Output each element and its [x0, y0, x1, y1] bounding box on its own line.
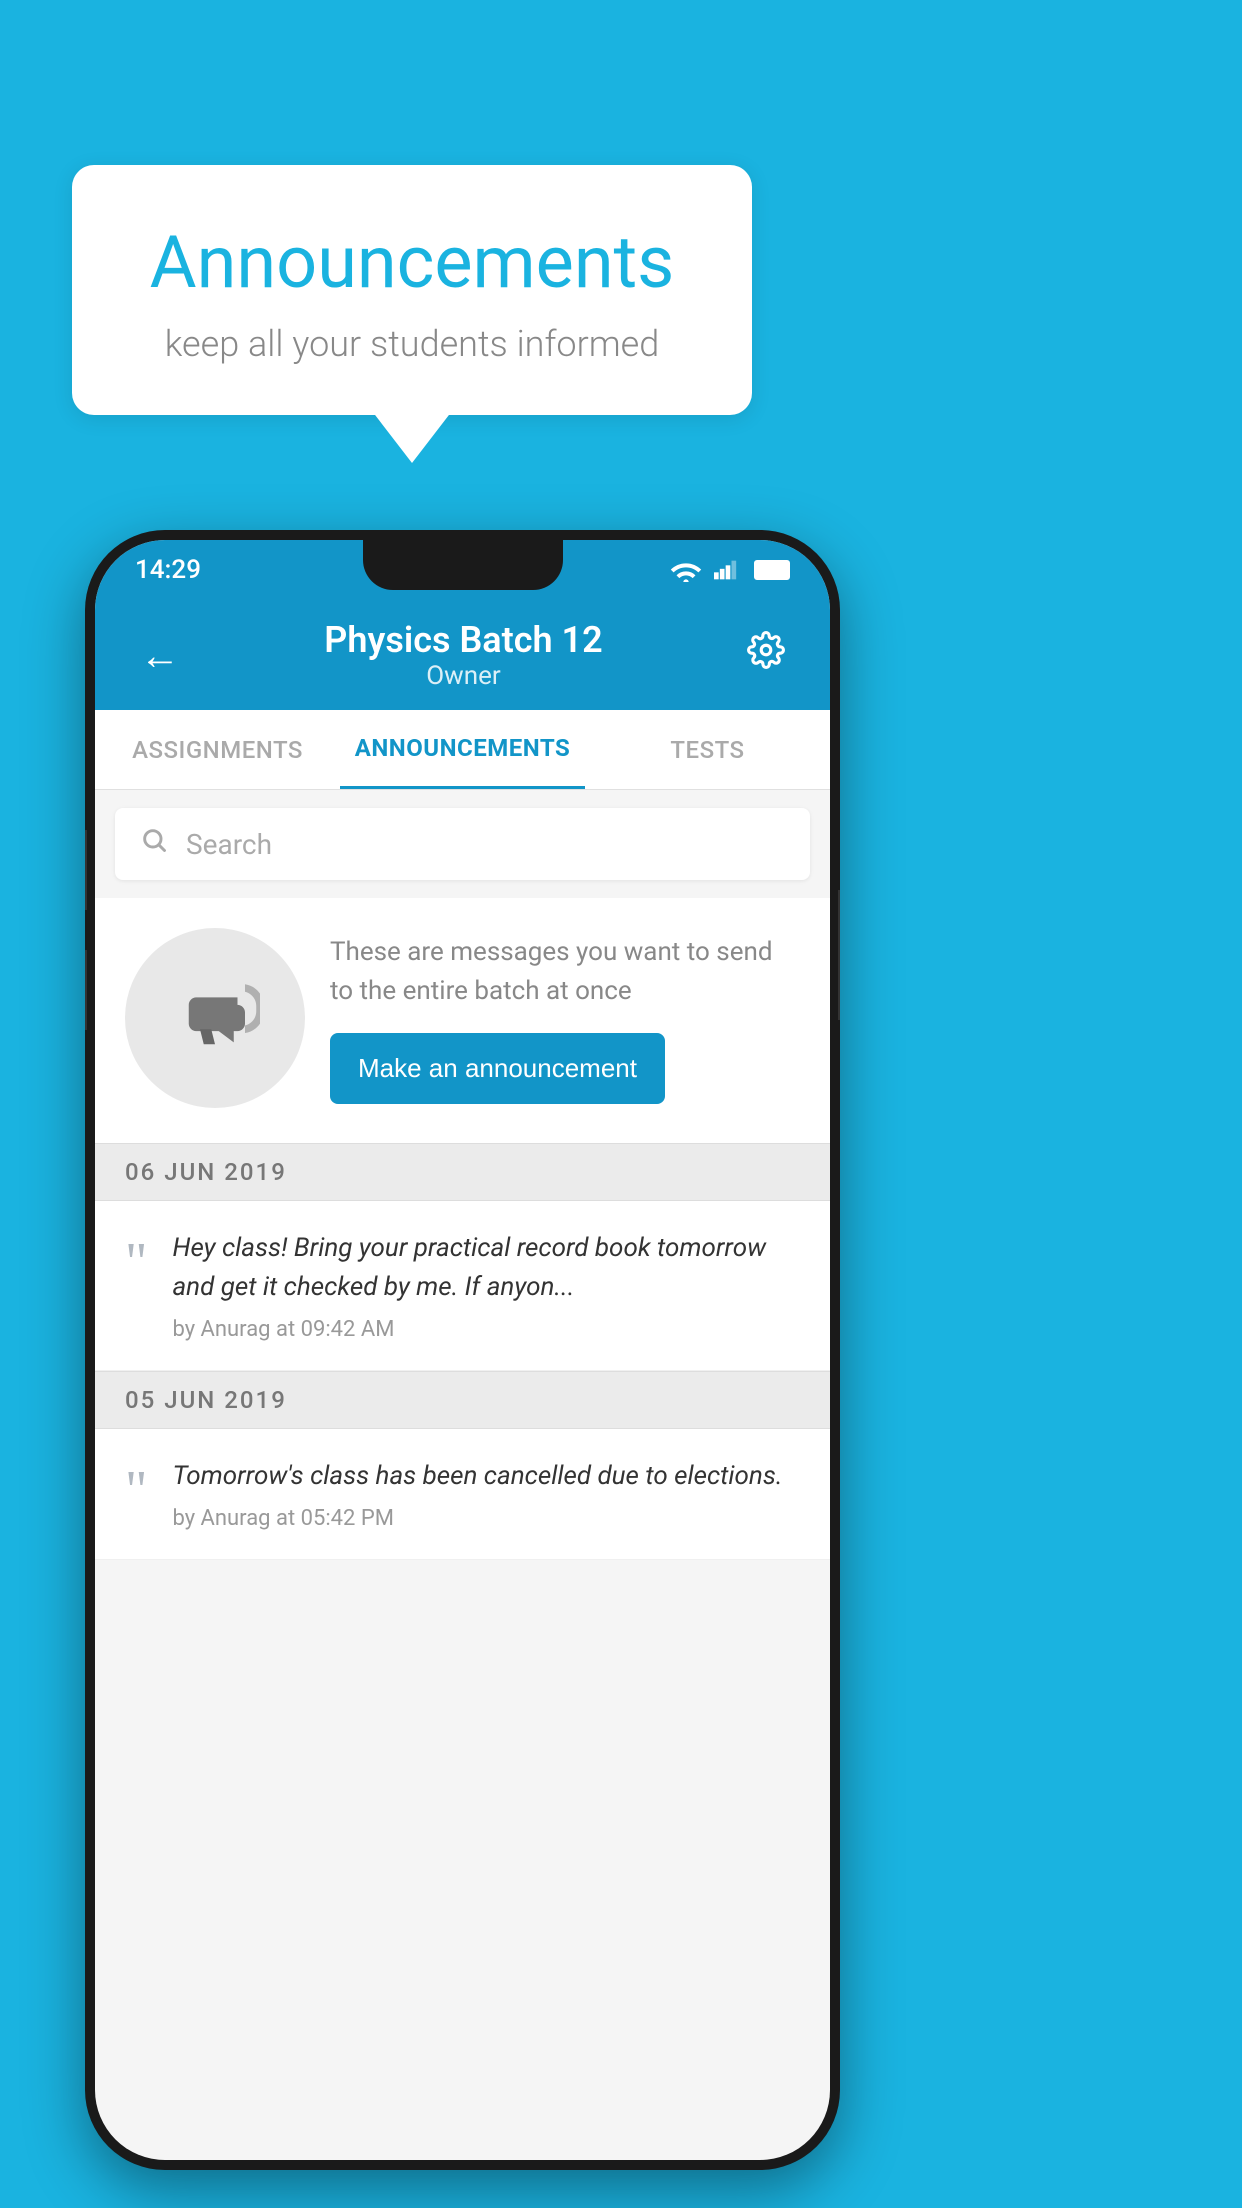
phone-screen: 14:29 ← [95, 540, 830, 2160]
date-separator-2: 05 JUN 2019 [95, 1371, 830, 1429]
announcement-text-1: Hey class! Bring your practical record b… [172, 1229, 800, 1307]
phone-frame: 14:29 ← [85, 530, 840, 2170]
gear-icon [747, 631, 785, 669]
quote-icon-2: " [125, 1462, 147, 1517]
announcement-meta-2: by Anurag at 05:42 PM [172, 1506, 800, 1531]
signal-icon [714, 558, 742, 582]
announcement-text-2: Tomorrow's class has been cancelled due … [172, 1457, 800, 1496]
date-separator-1: 06 JUN 2019 [95, 1143, 830, 1201]
content-area: Search These are messages you want to se… [95, 790, 830, 1560]
tab-tests[interactable]: TESTS [585, 710, 830, 789]
tab-announcements[interactable]: ANNOUNCEMENTS [340, 710, 585, 789]
announcement-item-1[interactable]: " Hey class! Bring your practical record… [95, 1201, 830, 1371]
tab-assignments[interactable]: ASSIGNMENTS [95, 710, 340, 789]
make-announcement-button[interactable]: Make an announcement [330, 1033, 665, 1104]
status-time: 14:29 [135, 555, 201, 585]
bubble-subtitle: keep all your students informed [132, 323, 692, 365]
status-icons [670, 558, 790, 582]
megaphone-icon [170, 973, 260, 1063]
announcement-item-2[interactable]: " Tomorrow's class has been cancelled du… [95, 1429, 830, 1560]
phone-notch [363, 540, 563, 590]
announcement-content-1: Hey class! Bring your practical record b… [172, 1229, 800, 1342]
battery-icon [754, 560, 790, 580]
volume-down-button[interactable] [85, 950, 87, 1030]
promo-card: These are messages you want to send to t… [95, 898, 830, 1143]
announcement-content-2: Tomorrow's class has been cancelled due … [172, 1457, 800, 1531]
header-title: Physics Batch 12 [190, 619, 737, 661]
promo-right: These are messages you want to send to t… [330, 933, 800, 1104]
header-subtitle: Owner [190, 661, 737, 691]
search-bar[interactable]: Search [115, 808, 810, 880]
promo-description: These are messages you want to send to t… [330, 933, 800, 1011]
back-button[interactable]: ← [130, 622, 190, 689]
wifi-icon [670, 558, 702, 582]
quote-icon-1: " [125, 1234, 147, 1289]
announcement-icon-wrap [125, 928, 305, 1108]
header-center: Physics Batch 12 Owner [190, 619, 737, 691]
volume-up-button[interactable] [85, 830, 87, 910]
settings-button[interactable] [737, 621, 795, 689]
power-button[interactable] [838, 890, 840, 1020]
search-icon [140, 826, 168, 862]
announcement-meta-1: by Anurag at 09:42 AM [172, 1317, 800, 1342]
search-placeholder: Search [186, 828, 272, 861]
tabs-bar: ASSIGNMENTS ANNOUNCEMENTS TESTS [95, 710, 830, 790]
app-header: ← Physics Batch 12 Owner [95, 600, 830, 710]
speech-bubble: Announcements keep all your students inf… [72, 165, 752, 415]
bubble-title: Announcements [132, 220, 692, 305]
